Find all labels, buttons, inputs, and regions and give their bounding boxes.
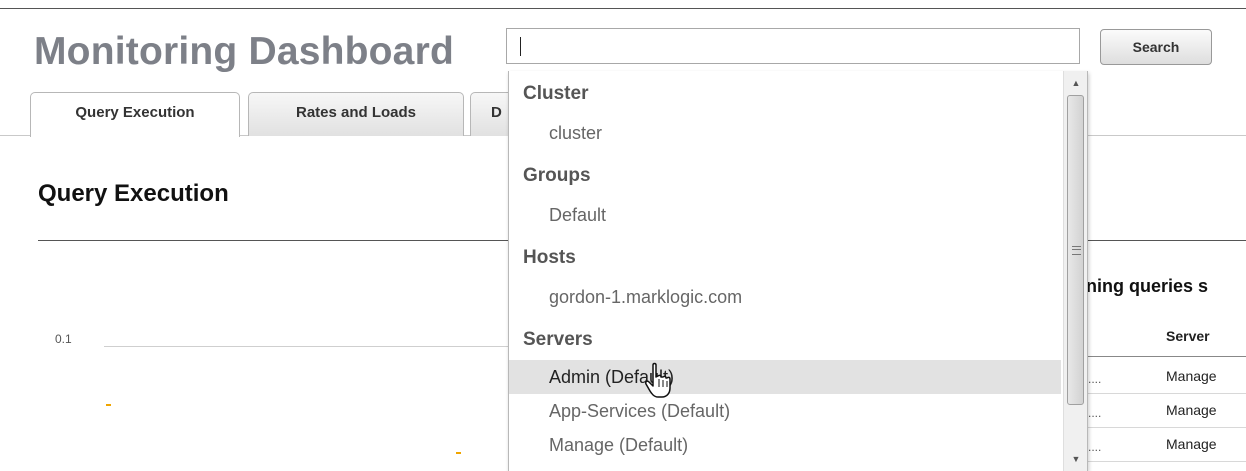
table-row-divider bbox=[1086, 461, 1246, 462]
section-title: Query Execution bbox=[38, 180, 229, 207]
table-row-divider bbox=[1086, 393, 1246, 394]
scroll-up-arrow-icon[interactable]: ▲ bbox=[1068, 75, 1084, 91]
page-title: Monitoring Dashboard bbox=[34, 30, 454, 73]
chart-point-2 bbox=[456, 452, 461, 454]
table-row-divider bbox=[1086, 427, 1246, 428]
tab-label: Rates and Loads bbox=[295, 104, 417, 121]
suggestion-item-cluster[interactable]: cluster bbox=[509, 116, 1061, 150]
group-header-hosts: Hosts bbox=[523, 247, 576, 268]
tab-rates-and-loads[interactable]: Rates and Loads bbox=[248, 92, 464, 136]
table-cell-server[interactable]: Manage bbox=[1166, 402, 1217, 418]
suggestion-label: Manage (Default) bbox=[549, 435, 689, 455]
suggestion-label: cluster bbox=[549, 123, 603, 143]
group-header-servers: Servers bbox=[523, 329, 593, 350]
suggestion-item-app-services[interactable]: App-Services (Default) bbox=[509, 394, 1061, 428]
chart-point-1 bbox=[106, 404, 111, 406]
suggestion-item-manage[interactable]: Manage (Default) bbox=[509, 428, 1061, 462]
table-cell-server[interactable]: Manage bbox=[1166, 368, 1217, 384]
text-caret bbox=[520, 37, 521, 56]
table-header-divider bbox=[1086, 356, 1246, 357]
search-button[interactable]: Search bbox=[1100, 29, 1212, 65]
suggestion-label: Default bbox=[549, 205, 607, 225]
scrollbar-grip-icon bbox=[1072, 246, 1081, 255]
scroll-down-arrow-icon[interactable]: ▼ bbox=[1068, 451, 1084, 467]
dropdown-scrollbar[interactable]: ▲ ▼ bbox=[1063, 71, 1087, 471]
table-cell-truncated: .... bbox=[1088, 440, 1102, 454]
top-divider bbox=[0, 0, 1246, 9]
group-header-cluster: Cluster bbox=[523, 83, 589, 104]
tab-query-execution[interactable]: Query Execution bbox=[30, 92, 240, 137]
hand-pointer-cursor-icon bbox=[645, 362, 671, 398]
running-queries-heading: ning queries s bbox=[1086, 276, 1209, 296]
search-input[interactable] bbox=[506, 28, 1080, 64]
tab-label: Query Execution bbox=[75, 104, 195, 121]
table-cell-truncated: .... bbox=[1088, 406, 1102, 420]
suggestion-label: gordon-1.marklogic.com bbox=[549, 287, 743, 307]
column-header-server: Server bbox=[1166, 328, 1210, 344]
chart-gridline bbox=[104, 346, 508, 347]
table-cell-server[interactable]: Manage bbox=[1166, 436, 1217, 452]
suggestion-label: App-Services (Default) bbox=[549, 401, 731, 421]
suggestion-item-admin[interactable]: Admin (Default) bbox=[509, 360, 1061, 394]
group-header-groups: Groups bbox=[523, 165, 591, 186]
suggestion-item-default[interactable]: Default bbox=[509, 198, 1061, 232]
suggestion-item-host[interactable]: gordon-1.marklogic.com bbox=[509, 280, 1061, 314]
tab-label: D bbox=[491, 104, 502, 121]
scrollbar-thumb[interactable] bbox=[1067, 95, 1084, 405]
search-suggestions-dropdown[interactable]: Cluster cluster Groups Default Hosts gor… bbox=[508, 71, 1088, 471]
y-tick-label: 0.1 bbox=[55, 332, 72, 346]
table-cell-truncated: .... bbox=[1088, 372, 1102, 386]
